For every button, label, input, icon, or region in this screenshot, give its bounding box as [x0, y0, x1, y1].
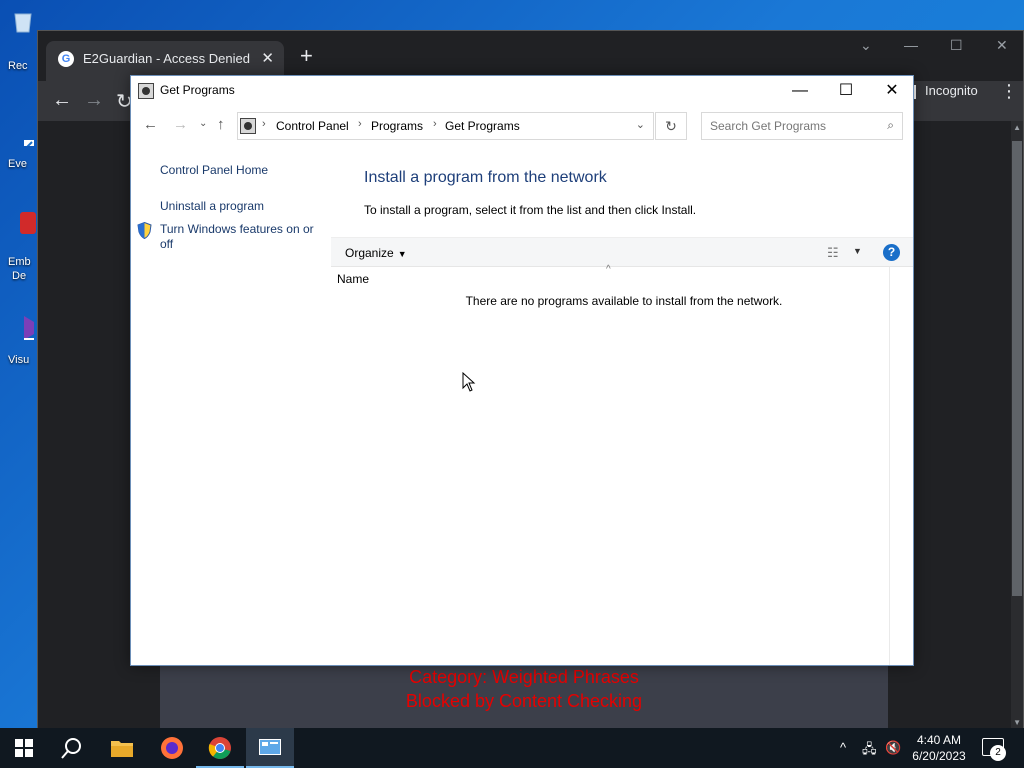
link-windows-features-line2[interactable]: off [160, 237, 173, 251]
chrome-close-button[interactable]: ✕ [996, 37, 1008, 54]
search-input[interactable]: Search Get Programs ⌕ [701, 112, 903, 140]
get-programs-window: Get Programs — ☐ ✕ ← → ⌄ ↑ › Control Pan… [130, 75, 914, 666]
desktop-icon-eve[interactable]: Eve [2, 120, 36, 170]
scroll-down-icon[interactable]: ▼ [1013, 718, 1021, 727]
chrome-tab-search-icon[interactable]: ⌄ [860, 37, 872, 54]
link-windows-features[interactable]: Turn Windows features on or [160, 222, 314, 236]
chrome-tab-title: E2Guardian - Access Denied [83, 51, 250, 66]
block-reason-text: Blocked by Content Checking [405, 691, 643, 711]
taskbar-file-explorer[interactable] [98, 728, 146, 768]
breadcrumb-programs[interactable]: Programs [371, 119, 423, 133]
up-arrow-icon[interactable]: ↑ [217, 116, 225, 133]
google-favicon-icon: G [58, 51, 74, 67]
notification-count-badge: 2 [990, 745, 1006, 761]
refresh-button[interactable]: ↻ [655, 112, 687, 140]
folder-icon [111, 741, 133, 757]
help-icon[interactable]: ? [883, 244, 900, 261]
control-panel-icon [138, 83, 154, 99]
network-icon[interactable]: 🖧 [862, 740, 877, 762]
search-icon[interactable]: ⌕ [887, 118, 894, 133]
link-control-panel-home[interactable]: Control Panel Home [160, 163, 268, 177]
chrome-maximize-button[interactable]: ☐ [950, 37, 963, 54]
control-panel-icon [259, 739, 281, 755]
desktop-icon-label: Visu [8, 354, 30, 366]
breadcrumb-get-programs[interactable]: Get Programs [445, 119, 520, 133]
clock-date: 6/20/2023 [912, 749, 966, 763]
firefox-icon [161, 737, 183, 759]
control-panel-icon [240, 118, 256, 134]
chrome-icon [208, 737, 231, 759]
left-pane: Control Panel Home Uninstall a program T… [131, 142, 331, 665]
system-clock[interactable]: 4:40 AM 6/20/2023 [900, 732, 978, 764]
sort-ascending-icon: ^ [606, 264, 611, 275]
start-button[interactable] [0, 728, 48, 768]
organize-button[interactable]: Organize ▼ [345, 246, 407, 260]
list-divider [889, 267, 890, 665]
page-scrollbar[interactable]: ▲ ▼ [1011, 121, 1023, 729]
app-icon [24, 140, 34, 150]
desktop-icon-label-line2: De [12, 270, 27, 282]
window-titlebar[interactable]: Get Programs — ☐ ✕ [131, 76, 913, 106]
chevron-down-icon: ▼ [397, 249, 407, 259]
chrome-minimize-button[interactable]: — [904, 37, 918, 53]
clock-time: 4:40 AM [916, 733, 962, 747]
column-header-name[interactable]: Name [337, 272, 369, 286]
taskbar-control-panel[interactable] [246, 728, 294, 768]
chrome-menu-icon[interactable]: ⋮ [1000, 81, 1018, 102]
command-bar: Organize ▼ ☷ ▼ ? [331, 237, 913, 267]
desktop-icon-recycle-bin[interactable]: Rec [2, 8, 36, 72]
chrome-tab-strip: G E2Guardian - Access Denied ✕ + ⌄ — ☐ ✕ [38, 31, 1023, 81]
app-icon [20, 212, 36, 246]
visual-studio-icon [24, 316, 34, 348]
search-placeholder: Search Get Programs [710, 119, 827, 133]
desktop-icon-visual[interactable]: Visu [2, 314, 36, 366]
address-row: ← → ⌄ ↑ › Control Panel › Programs › Get… [131, 110, 913, 142]
recycle-bin-icon [14, 13, 32, 33]
page-heading: Install a program from the network [364, 169, 607, 186]
change-view-icon[interactable]: ☷ [827, 245, 839, 261]
chevron-right-icon[interactable]: › [262, 118, 266, 130]
scroll-up-icon[interactable]: ▲ [1013, 123, 1021, 132]
main-pane: Install a program from the network To in… [331, 142, 913, 665]
chevron-right-icon[interactable]: › [433, 118, 437, 130]
volume-muted-icon[interactable]: 🔇 [885, 740, 901, 756]
window-title: Get Programs [160, 83, 235, 97]
link-uninstall-program[interactable]: Uninstall a program [160, 199, 264, 213]
address-bar[interactable]: › Control Panel › Programs › Get Program… [237, 112, 654, 140]
scrollbar-thumb[interactable] [1012, 141, 1022, 596]
desktop-icon-label: Rec [8, 60, 28, 72]
taskbar-firefox[interactable] [148, 728, 196, 768]
breadcrumb-control-panel[interactable]: Control Panel [276, 119, 349, 133]
desktop-icon-label: Eve [8, 158, 27, 170]
new-tab-button[interactable]: + [300, 43, 313, 69]
block-panel: Category: Weighted Phrases Blocked by Co… [160, 661, 888, 731]
search-button[interactable] [48, 728, 96, 768]
close-button[interactable]: ✕ [869, 80, 915, 104]
recent-locations-dropdown-icon[interactable]: ⌄ [199, 118, 207, 129]
taskbar-chrome[interactable] [196, 728, 244, 768]
chrome-forward-icon[interactable]: → [84, 89, 104, 112]
minimize-button[interactable]: — [777, 80, 823, 104]
incognito-label[interactable]: Incognito [925, 83, 978, 98]
view-options-dropdown-icon[interactable]: ▼ [853, 246, 862, 256]
chevron-right-icon[interactable]: › [358, 118, 362, 130]
maximize-button[interactable]: ☐ [823, 80, 869, 104]
block-category-text: Category: Weighted Phrases [409, 667, 639, 687]
taskbar: ^ 🖧 🔇 4:40 AM 6/20/2023 2 [0, 728, 1024, 768]
close-tab-icon[interactable]: ✕ [261, 49, 274, 67]
mouse-cursor-icon [462, 372, 476, 392]
forward-arrow-icon[interactable]: → [173, 116, 188, 133]
address-dropdown-icon[interactable]: ⌄ [636, 118, 645, 131]
shield-icon [137, 222, 152, 239]
organize-label: Organize [345, 246, 394, 260]
show-hidden-icons-chevron-up-icon[interactable]: ^ [840, 740, 846, 755]
chrome-back-icon[interactable]: ← [52, 89, 72, 112]
empty-list-message: There are no programs available to insta… [465, 294, 783, 308]
page-description: To install a program, select it from the… [364, 203, 697, 217]
windows-logo-icon [15, 739, 33, 757]
back-arrow-icon[interactable]: ← [143, 116, 158, 133]
search-icon [61, 738, 81, 759]
desktop-icon-emb[interactable]: Emb De [2, 210, 36, 282]
desktop-icon-label: Emb [8, 256, 31, 268]
